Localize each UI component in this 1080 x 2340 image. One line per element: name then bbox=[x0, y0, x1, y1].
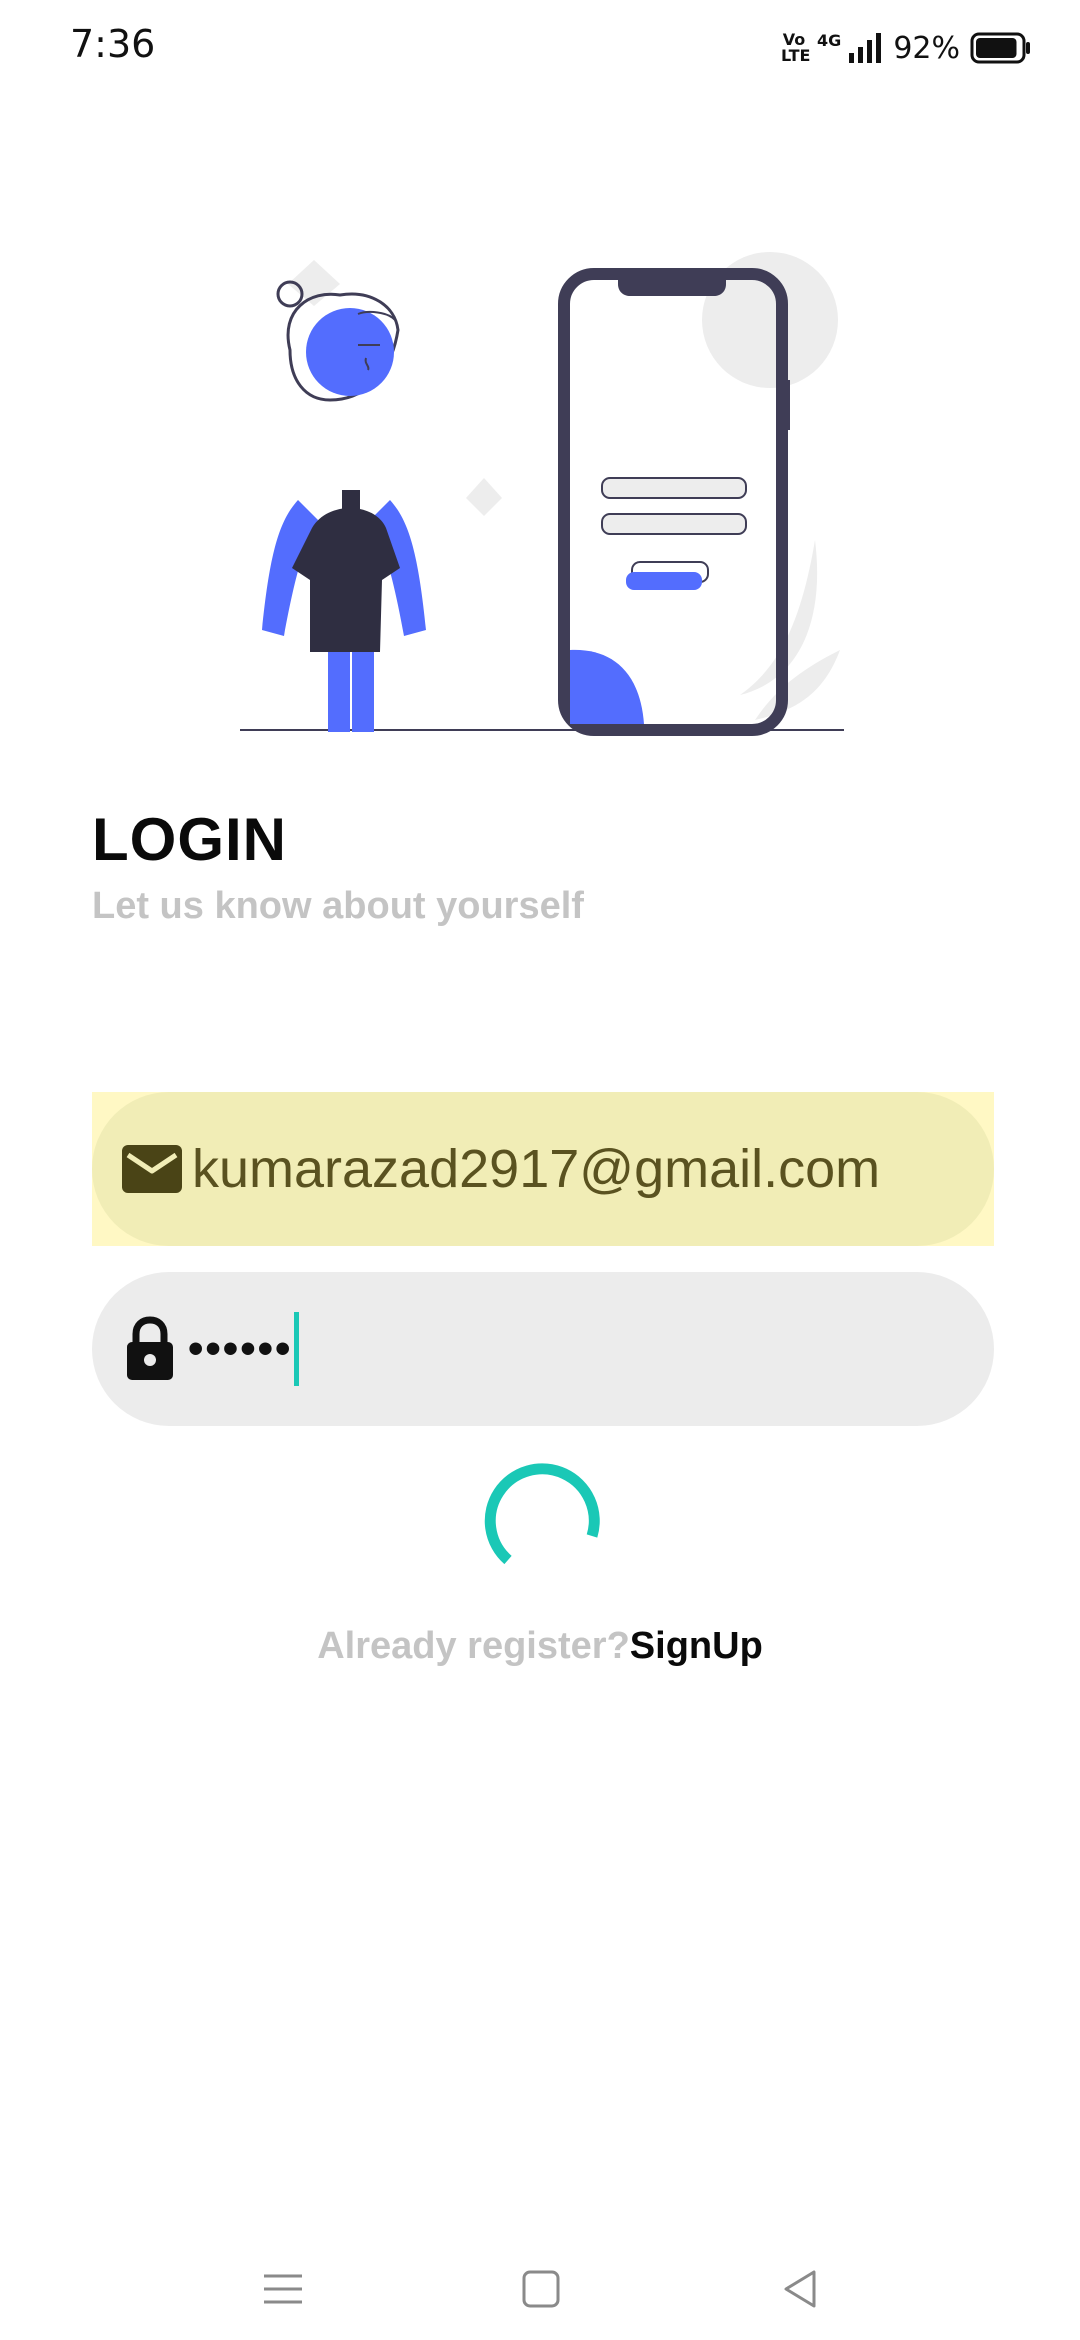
phone-illustration bbox=[558, 252, 838, 736]
menu-icon[interactable] bbox=[258, 2264, 308, 2314]
status-bar: 7:36 Vo LTE 4G 92% bbox=[0, 0, 1080, 96]
signup-prompt: Already register? bbox=[317, 1625, 630, 1667]
text-cursor bbox=[294, 1312, 300, 1386]
status-icons: Vo LTE 4G 92% bbox=[781, 24, 1032, 72]
login-illustration bbox=[240, 252, 844, 736]
battery-percent: 92% bbox=[893, 30, 960, 66]
loading-spinner bbox=[484, 1463, 600, 1565]
password-value: •••••• bbox=[188, 1324, 293, 1373]
envelope-icon bbox=[122, 1145, 182, 1193]
home-icon[interactable] bbox=[516, 2264, 566, 2314]
password-field[interactable]: •••••• bbox=[92, 1272, 994, 1426]
signal-icon bbox=[849, 33, 882, 63]
volte-icon: Vo LTE bbox=[781, 30, 811, 65]
battery-icon bbox=[970, 32, 1030, 64]
lock-icon bbox=[127, 1316, 173, 1380]
decor-leaf-shape bbox=[755, 650, 840, 720]
email-field[interactable]: kumarazad2917@gmail.com bbox=[92, 1092, 994, 1246]
page-subtitle: Let us know about yourself bbox=[92, 885, 584, 927]
person-figure bbox=[262, 280, 426, 732]
signup-link[interactable]: SignUp bbox=[630, 1625, 763, 1667]
decor-diamond-shape bbox=[466, 478, 502, 516]
email-value: kumarazad2917@gmail.com bbox=[192, 1139, 881, 1199]
navigation-bar bbox=[0, 2240, 1080, 2340]
back-icon[interactable] bbox=[776, 2264, 826, 2314]
page-title: LOGIN bbox=[92, 806, 287, 873]
network-type: 4G bbox=[817, 30, 842, 50]
signup-row: Already register?SignUp bbox=[0, 1625, 1080, 1668]
status-time: 7:36 bbox=[70, 22, 156, 66]
